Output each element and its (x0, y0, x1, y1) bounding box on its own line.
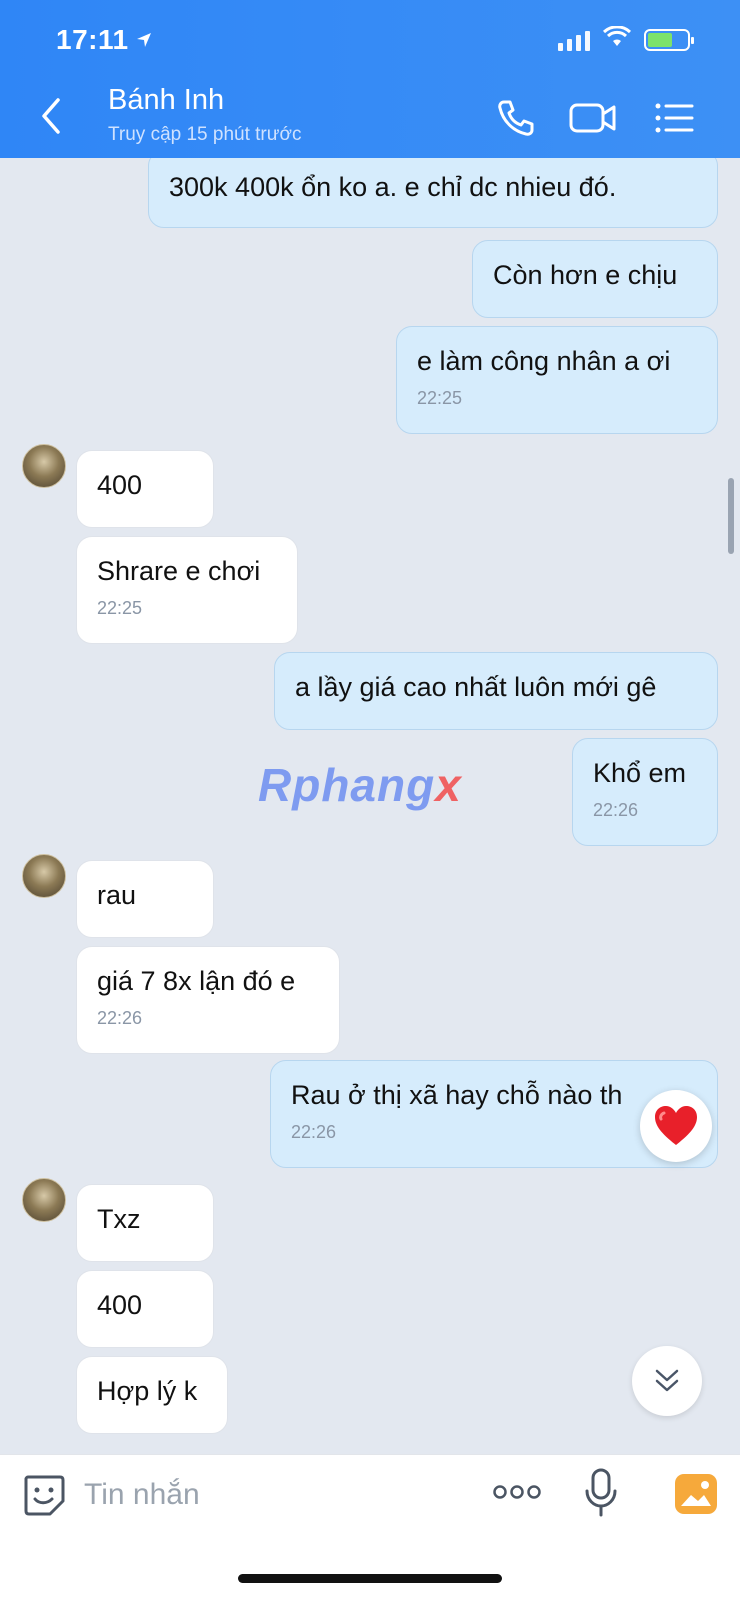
message-time: 22:25 (97, 598, 143, 618)
message-text: Txz (97, 1204, 141, 1234)
heart-reaction-button[interactable] (640, 1090, 712, 1162)
scroll-to-bottom-button[interactable] (632, 1346, 702, 1416)
scrollbar[interactable] (728, 478, 734, 554)
message-bubble-incoming[interactable]: giá 7 8x lận đó e 22:26 (76, 946, 340, 1054)
microphone-icon (585, 1468, 617, 1517)
message-time: 22:26 (97, 1008, 143, 1028)
message-text: 400 (97, 1290, 143, 1320)
message-text: rau (97, 880, 137, 910)
message-text: Shrare e chơi (97, 556, 261, 586)
message-text: giá 7 8x lận đó e (97, 966, 296, 996)
voice-message-button[interactable] (584, 1467, 618, 1519)
message-bubble-outgoing[interactable]: e làm công nhân a ơi 22:25 (396, 326, 718, 434)
chat-options-button[interactable] (652, 96, 696, 140)
cellular-signal-icon (558, 29, 590, 51)
message-bubble-outgoing[interactable]: Khổ em 22:26 (572, 738, 718, 846)
message-bubble-incoming[interactable]: 400 (76, 450, 214, 528)
message-text: a lầy giá cao nhất luôn mới gê (295, 672, 657, 702)
photo-gallery-button[interactable] (674, 1473, 718, 1515)
sticker-icon (24, 1475, 65, 1516)
sticker-button[interactable] (22, 1473, 66, 1517)
message-text: Rau ở thị xã hay chỗ nào th (291, 1080, 623, 1110)
message-time: 22:26 (291, 1122, 337, 1142)
message-text: 400 (97, 470, 143, 500)
video-call-button[interactable] (568, 96, 618, 140)
message-bubble-outgoing[interactable]: 300k 400k ổn ko a. e chỉ dc nhieu đó. (148, 158, 718, 228)
message-text: Khổ em (593, 758, 687, 788)
avatar[interactable] (22, 444, 66, 488)
message-input[interactable] (84, 1471, 464, 1519)
message-time: 22:25 (417, 388, 463, 408)
message-list[interactable]: 300k 400k ổn ko a. e chỉ dc nhieu đó. Cò… (0, 158, 740, 1454)
message-bubble-incoming[interactable]: Txz (76, 1184, 214, 1262)
more-dots-icon (493, 1485, 541, 1499)
watermark-logo: Rphangx (258, 759, 462, 811)
status-icons (558, 25, 694, 53)
message-text: Hợp lý k (97, 1376, 198, 1406)
message-bubble-outgoing[interactable]: a lầy giá cao nhất luôn mới gê (274, 652, 718, 730)
message-bubble-incoming[interactable]: Hợp lý k (76, 1356, 228, 1434)
video-camera-icon (569, 103, 616, 133)
last-seen-status: Truy cập 15 phút trước (108, 124, 302, 145)
contact-name[interactable]: Bánh Inh (108, 84, 224, 117)
message-bubble-incoming[interactable]: rau (76, 860, 214, 938)
wifi-icon (602, 25, 632, 53)
message-text: 300k 400k ổn ko a. e chỉ dc nhieu đó. (169, 172, 617, 202)
status-time: 17:11 (56, 24, 153, 56)
chat-header: 17:11 Bánh Inh Truy cập 15 phút trước (0, 0, 740, 158)
message-text: e làm công nhân a ơi (417, 346, 671, 376)
message-time: 22:26 (593, 800, 639, 820)
battery-icon (644, 28, 694, 51)
image-icon (675, 1474, 717, 1514)
heart-icon (655, 1106, 697, 1145)
voice-call-button[interactable] (494, 96, 538, 140)
location-arrow-icon (135, 24, 153, 56)
more-options-button[interactable] (492, 1477, 542, 1507)
list-menu-icon (655, 103, 694, 133)
back-button[interactable] (34, 96, 68, 136)
double-chevron-down-icon (655, 1369, 679, 1392)
avatar[interactable] (22, 1178, 66, 1222)
avatar[interactable] (22, 854, 66, 898)
message-bubble-incoming[interactable]: Shrare e chơi 22:25 (76, 536, 298, 644)
message-text: Còn hơn e chịu (493, 260, 678, 290)
chevron-left-icon (42, 98, 60, 134)
phone-icon (498, 100, 534, 136)
message-bubble-outgoing[interactable]: Còn hơn e chịu (472, 240, 718, 318)
message-bubble-incoming[interactable]: 400 (76, 1270, 214, 1348)
home-indicator[interactable] (238, 1574, 502, 1583)
